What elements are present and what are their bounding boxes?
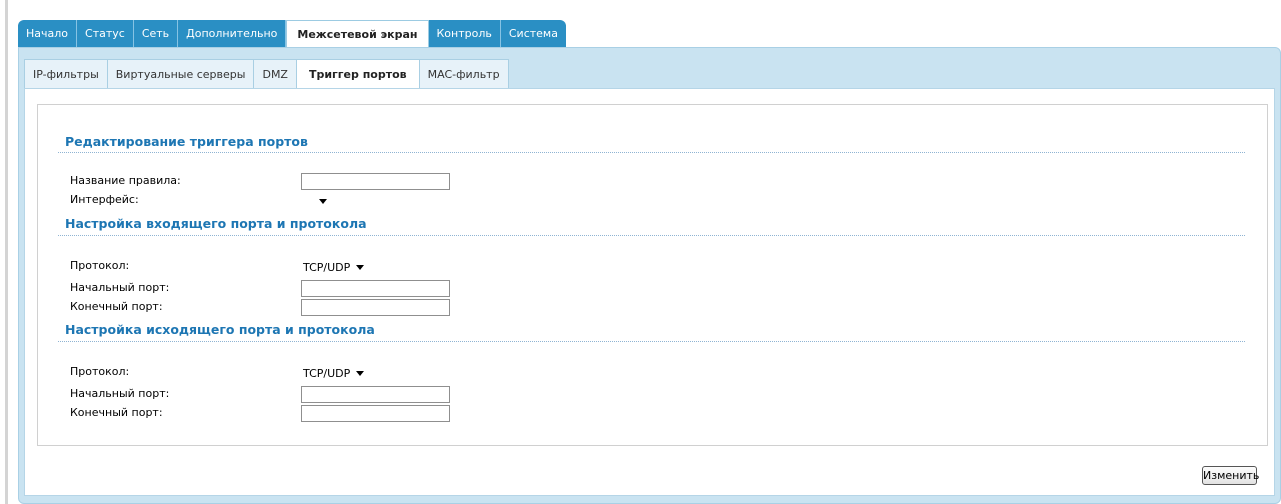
section-title-edit: Редактирование триггера портов	[65, 134, 308, 149]
outgoing-start-port-label: Начальный порт:	[70, 387, 170, 400]
outgoing-start-port-input[interactable]	[301, 386, 450, 403]
outgoing-protocol-value: TCP/UDP	[303, 367, 351, 380]
tab-firewall[interactable]: Межсетевой экран	[286, 20, 429, 48]
rule-name-input[interactable]	[301, 173, 450, 190]
subtab-virtual-servers[interactable]: Виртуальные серверы	[107, 59, 255, 89]
section-title-incoming: Настройка входящего порта и протокола	[65, 216, 367, 231]
outgoing-protocol-label: Протокол:	[70, 365, 130, 378]
interface-label: Интерфейс:	[70, 193, 139, 206]
incoming-protocol-value: TCP/UDP	[303, 261, 351, 274]
tab-advanced[interactable]: Дополнительно	[178, 20, 287, 48]
incoming-protocol-select[interactable]: TCP/UDP	[300, 258, 372, 277]
tab-network[interactable]: Сеть	[133, 20, 179, 48]
section-title-outgoing: Настройка исходящего порта и протокола	[65, 322, 375, 337]
sub-nav-tabs: IP-фильтры Виртуальные серверы DMZ Тригг…	[24, 59, 509, 89]
main-nav-tabs: Начало Статус Сеть Дополнительно Межсете…	[18, 20, 566, 48]
incoming-end-port-label: Конечный порт:	[70, 300, 163, 313]
rule-name-label: Название правила:	[70, 174, 181, 187]
incoming-protocol-label: Протокол:	[70, 259, 130, 272]
chevron-down-icon	[356, 371, 365, 376]
subtab-dmz[interactable]: DMZ	[254, 59, 297, 89]
tab-home[interactable]: Начало	[18, 20, 78, 48]
section-divider	[58, 341, 1245, 342]
chevron-down-icon	[319, 199, 327, 204]
outgoing-end-port-input[interactable]	[301, 405, 450, 422]
tab-system[interactable]: Система	[500, 20, 566, 48]
section-divider	[58, 235, 1245, 236]
subtab-mac-filter[interactable]: MAC-фильтр	[419, 59, 509, 89]
interface-select[interactable]	[301, 192, 333, 211]
form-box	[37, 104, 1268, 446]
incoming-end-port-input[interactable]	[301, 299, 450, 316]
outgoing-end-port-label: Конечный порт:	[70, 406, 163, 419]
chevron-down-icon	[356, 265, 365, 270]
subtab-port-trigger[interactable]: Триггер портов	[296, 59, 420, 89]
incoming-start-port-label: Начальный порт:	[70, 281, 170, 294]
change-button[interactable]: Изменить	[1202, 466, 1259, 485]
tab-status[interactable]: Статус	[77, 20, 134, 48]
outgoing-protocol-select[interactable]: TCP/UDP	[300, 364, 372, 383]
tab-control[interactable]: Контроль	[428, 20, 501, 48]
incoming-start-port-input[interactable]	[301, 280, 450, 297]
section-divider	[58, 152, 1245, 153]
left-frame-border	[0, 0, 8, 504]
subtab-ip-filters[interactable]: IP-фильтры	[24, 59, 108, 89]
